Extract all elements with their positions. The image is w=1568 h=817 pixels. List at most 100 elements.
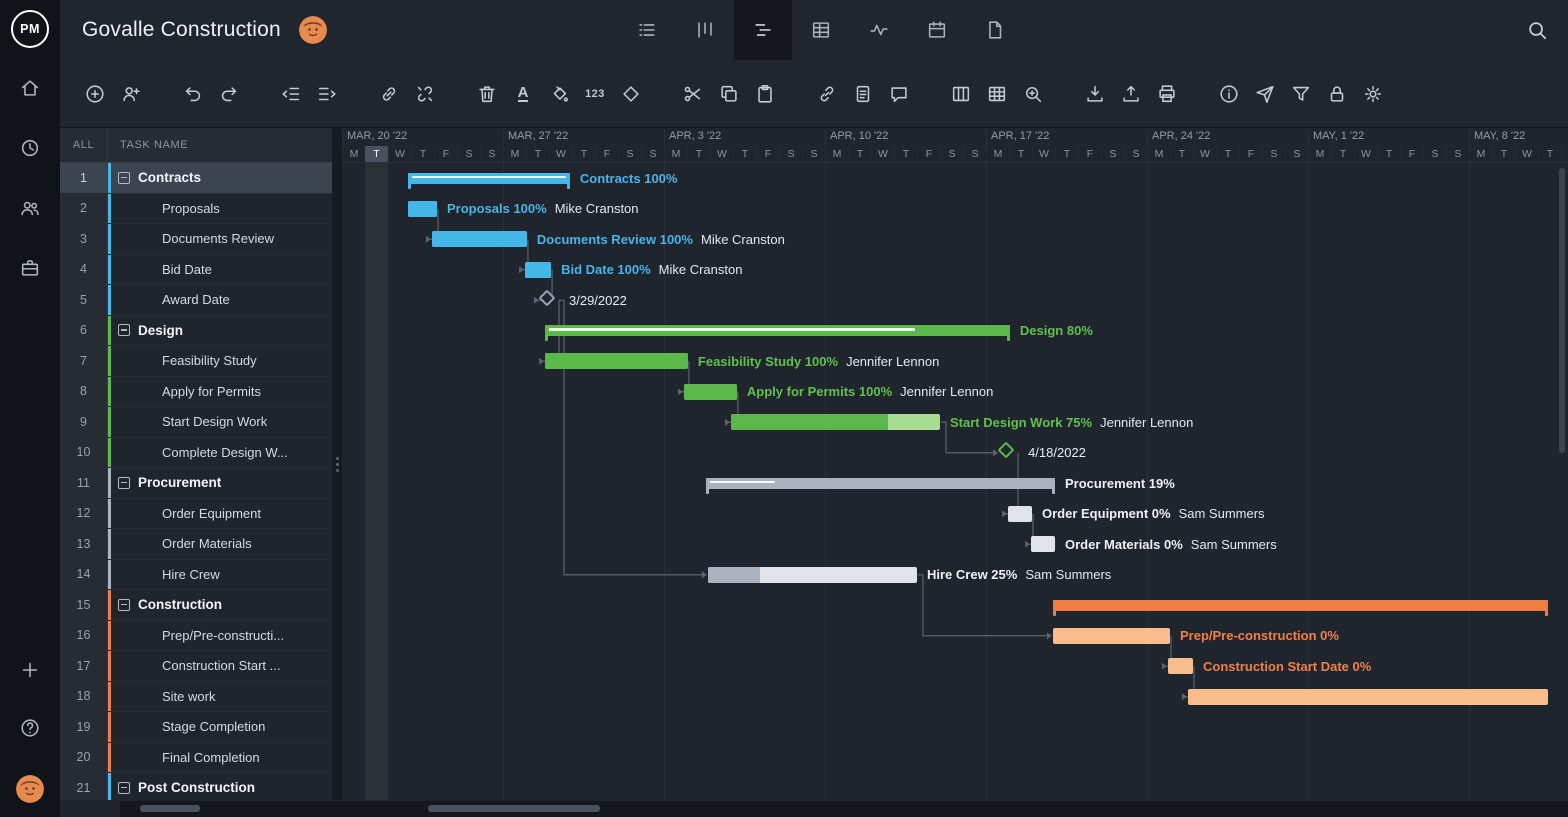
vertical-scrollbar-thumb[interactable] <box>1559 168 1565 453</box>
collapse-icon[interactable] <box>118 172 130 184</box>
task-row-number[interactable]: 7 <box>60 346 108 376</box>
toolbar-outdent-button[interactable] <box>280 83 302 105</box>
task-row-number[interactable]: 9 <box>60 407 108 437</box>
task-name-cell[interactable]: Order Materials <box>108 529 332 559</box>
task-row[interactable]: 21Post Construction <box>60 773 332 800</box>
toolbar-export-button[interactable] <box>1120 83 1142 105</box>
task-name-cell[interactable]: Contracts <box>108 163 332 193</box>
gantt-summary-bar-procurement[interactable] <box>706 478 1055 489</box>
task-name-cell[interactable]: Final Completion <box>108 743 332 773</box>
task-row[interactable]: 6Design <box>60 316 332 347</box>
toolbar-undo-button[interactable] <box>182 83 204 105</box>
task-row-number[interactable]: 6 <box>60 316 108 346</box>
task-name-cell[interactable]: Construction <box>108 590 332 620</box>
toolbar-number-format-button[interactable]: 123 <box>584 83 606 105</box>
toolbar-lock-button[interactable] <box>1326 83 1348 105</box>
task-name-cell[interactable]: Feasibility Study <box>108 346 332 376</box>
task-row-number[interactable]: 8 <box>60 377 108 407</box>
gantt-bar-order-equipment[interactable] <box>1008 506 1032 522</box>
task-name-cell[interactable]: Design <box>108 316 332 346</box>
toolbar-delete-task-button[interactable] <box>476 83 498 105</box>
task-name-cell[interactable]: Documents Review <box>108 224 332 254</box>
gantt-summary-bar-design[interactable] <box>545 325 1010 336</box>
task-row[interactable]: 20Final Completion <box>60 743 332 774</box>
gantt-summary-bar-construction[interactable] <box>1053 600 1548 611</box>
tab-activity-view[interactable] <box>850 0 908 60</box>
tab-calendar-view[interactable] <box>908 0 966 60</box>
toolbar-milestone-button[interactable] <box>620 83 642 105</box>
task-row[interactable]: 5Award Date <box>60 285 332 316</box>
toolbar-text-format-button[interactable]: A <box>512 83 534 105</box>
toolbar-import-button[interactable] <box>1084 83 1106 105</box>
toolbar-copy-button[interactable] <box>718 83 740 105</box>
task-name-cell[interactable]: Stage Completion <box>108 712 332 742</box>
task-row[interactable]: 3Documents Review <box>60 224 332 255</box>
task-name-cell[interactable]: Procurement <box>108 468 332 498</box>
task-name-cell[interactable]: Apply for Permits <box>108 377 332 407</box>
task-name-cell[interactable]: Site work <box>108 682 332 712</box>
toolbar-filter-button[interactable] <box>1290 83 1312 105</box>
collapse-icon[interactable] <box>118 782 130 794</box>
task-row-number[interactable]: 18 <box>60 682 108 712</box>
collapse-icon[interactable] <box>118 477 130 489</box>
toolbar-share-button[interactable] <box>1254 83 1276 105</box>
toolbar-assign-user-button[interactable] <box>120 83 142 105</box>
nav-plus[interactable] <box>19 659 41 681</box>
task-name-cell[interactable]: Start Design Work <box>108 407 332 437</box>
task-row-number[interactable]: 4 <box>60 255 108 285</box>
tab-sheet-view[interactable] <box>792 0 850 60</box>
nav-home[interactable] <box>19 77 41 99</box>
nav-team[interactable] <box>19 197 41 219</box>
task-row-number[interactable]: 2 <box>60 194 108 224</box>
task-row[interactable]: 17Construction Start ... <box>60 651 332 682</box>
gantt-bar-start-design-work[interactable] <box>731 414 940 430</box>
toolbar-notes-button[interactable] <box>852 83 874 105</box>
toolbar-link-tasks-button[interactable] <box>378 83 400 105</box>
gantt-bar-prep-pre-construction[interactable] <box>1053 628 1170 644</box>
toolbar-indent-button[interactable] <box>316 83 338 105</box>
gantt-bar-documents-review[interactable] <box>432 231 527 247</box>
task-row[interactable]: 12Order Equipment <box>60 499 332 530</box>
toolbar-fill-color-button[interactable] <box>548 83 570 105</box>
toolbar-redo-button[interactable] <box>218 83 240 105</box>
task-name-cell[interactable]: Prep/Pre-constructi... <box>108 621 332 651</box>
user-avatar[interactable] <box>16 775 44 803</box>
toolbar-paste-button[interactable] <box>754 83 776 105</box>
toolbar-columns-view-button[interactable] <box>950 83 972 105</box>
task-name-cell[interactable]: Proposals <box>108 194 332 224</box>
toolbar-zoom-button[interactable] <box>1022 83 1044 105</box>
nav-clock[interactable] <box>19 137 41 159</box>
task-row-number[interactable]: 21 <box>60 773 108 800</box>
gantt-milestone-design-milestone[interactable] <box>997 442 1014 459</box>
panel-splitter[interactable] <box>332 128 342 800</box>
gantt-scrollbar-thumb[interactable] <box>428 805 600 812</box>
gantt-bar-proposals[interactable] <box>408 201 437 217</box>
task-name-cell[interactable]: Post Construction <box>108 773 332 800</box>
gantt-bar-order-materials[interactable] <box>1031 536 1055 552</box>
task-name-cell[interactable]: Bid Date <box>108 255 332 285</box>
task-row[interactable]: 9Start Design Work <box>60 407 332 438</box>
task-row[interactable]: 14Hire Crew <box>60 560 332 591</box>
task-name-cell[interactable]: Award Date <box>108 285 332 315</box>
task-row-number[interactable]: 1 <box>60 163 108 193</box>
gantt-bar-apply-for-permits[interactable] <box>684 384 737 400</box>
table-scrollbar-thumb[interactable] <box>140 805 200 812</box>
gantt-bar-site-work[interactable] <box>1188 689 1548 705</box>
column-header-task-name[interactable]: TASK NAME <box>108 128 332 162</box>
gantt-bar-bid-date[interactable] <box>525 262 551 278</box>
task-row-number[interactable]: 11 <box>60 468 108 498</box>
task-row-number[interactable]: 15 <box>60 590 108 620</box>
task-row[interactable]: 16Prep/Pre-constructi... <box>60 621 332 652</box>
task-row[interactable]: 8Apply for Permits <box>60 377 332 408</box>
task-row-number[interactable]: 17 <box>60 651 108 681</box>
toolbar-info-button[interactable] <box>1218 83 1240 105</box>
nav-portfolio[interactable] <box>19 257 41 279</box>
tab-doc-view[interactable] <box>966 0 1024 60</box>
task-row[interactable]: 1Contracts <box>60 163 332 194</box>
task-row[interactable]: 4Bid Date <box>60 255 332 286</box>
tab-gantt-view[interactable] <box>734 0 792 60</box>
task-row-number[interactable]: 19 <box>60 712 108 742</box>
search-icon[interactable] <box>1526 19 1548 41</box>
task-row-number[interactable]: 12 <box>60 499 108 529</box>
toolbar-grid-settings-button[interactable] <box>986 83 1008 105</box>
